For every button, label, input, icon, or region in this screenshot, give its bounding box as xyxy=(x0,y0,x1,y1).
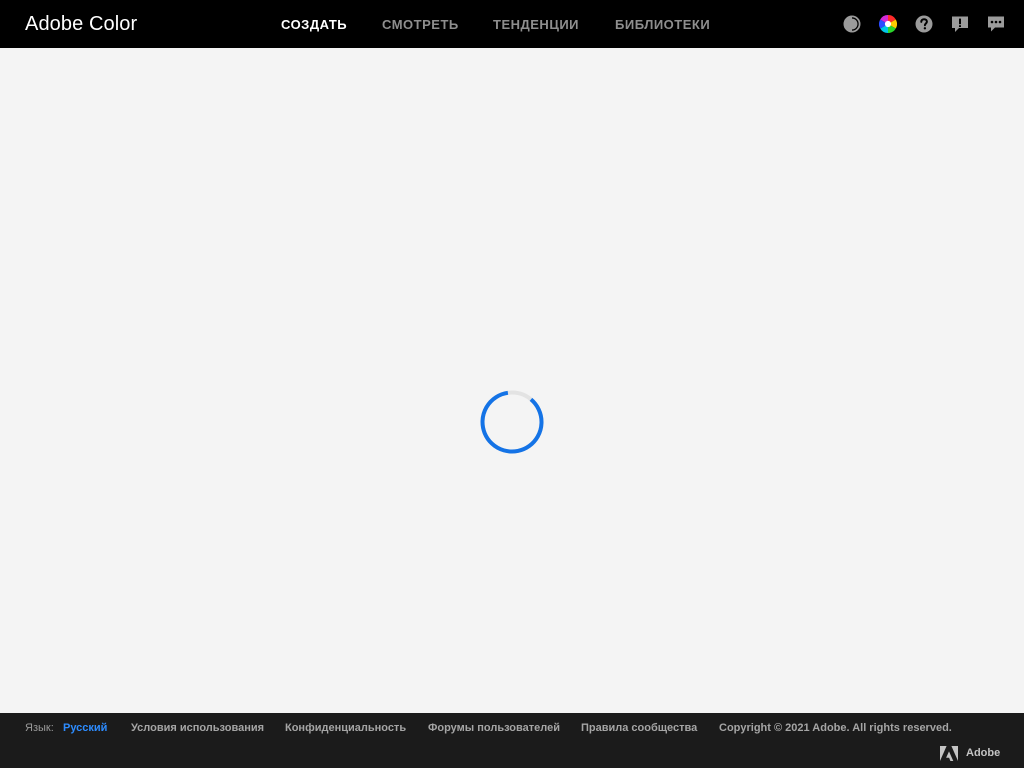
tab-libraries[interactable]: БИБЛИОТЕКИ xyxy=(615,17,710,33)
tab-trends[interactable]: ТЕНДЕНЦИИ xyxy=(493,17,579,33)
community-guidelines-link[interactable]: Правила сообщества xyxy=(581,721,697,735)
top-navigation-bar: Adobe Color СОЗДАТЬ СМОТРЕТЬ ТЕНДЕНЦИИ Б… xyxy=(0,0,1024,48)
tab-explore[interactable]: СМОТРЕТЬ xyxy=(382,17,459,33)
loading-spinner xyxy=(480,390,544,454)
language-label: Язык: xyxy=(25,722,54,734)
accessibility-icon[interactable] xyxy=(843,15,861,33)
language-selector[interactable]: Русский xyxy=(63,721,107,735)
help-icon[interactable] xyxy=(915,15,933,33)
copyright-text: Copyright © 2021 Adobe. All rights reser… xyxy=(719,722,952,734)
adobe-logo-icon xyxy=(940,745,958,761)
tab-create[interactable]: СОЗДАТЬ xyxy=(281,17,347,33)
footer: Язык: Русский Условия использования Конф… xyxy=(0,713,1024,768)
color-wheel-icon[interactable] xyxy=(879,15,897,33)
terms-of-use-link[interactable]: Условия использования xyxy=(131,721,264,735)
user-forums-link[interactable]: Форумы пользователей xyxy=(428,721,560,735)
adobe-wordmark: Adobe xyxy=(966,747,1001,759)
app-logo-title[interactable]: Adobe Color xyxy=(25,12,137,36)
privacy-link[interactable]: Конфиденциальность xyxy=(285,721,406,735)
feedback-icon[interactable] xyxy=(987,15,1005,33)
notice-icon[interactable] xyxy=(951,15,969,33)
adobe-brand-mark[interactable]: Adobe xyxy=(940,745,1000,761)
